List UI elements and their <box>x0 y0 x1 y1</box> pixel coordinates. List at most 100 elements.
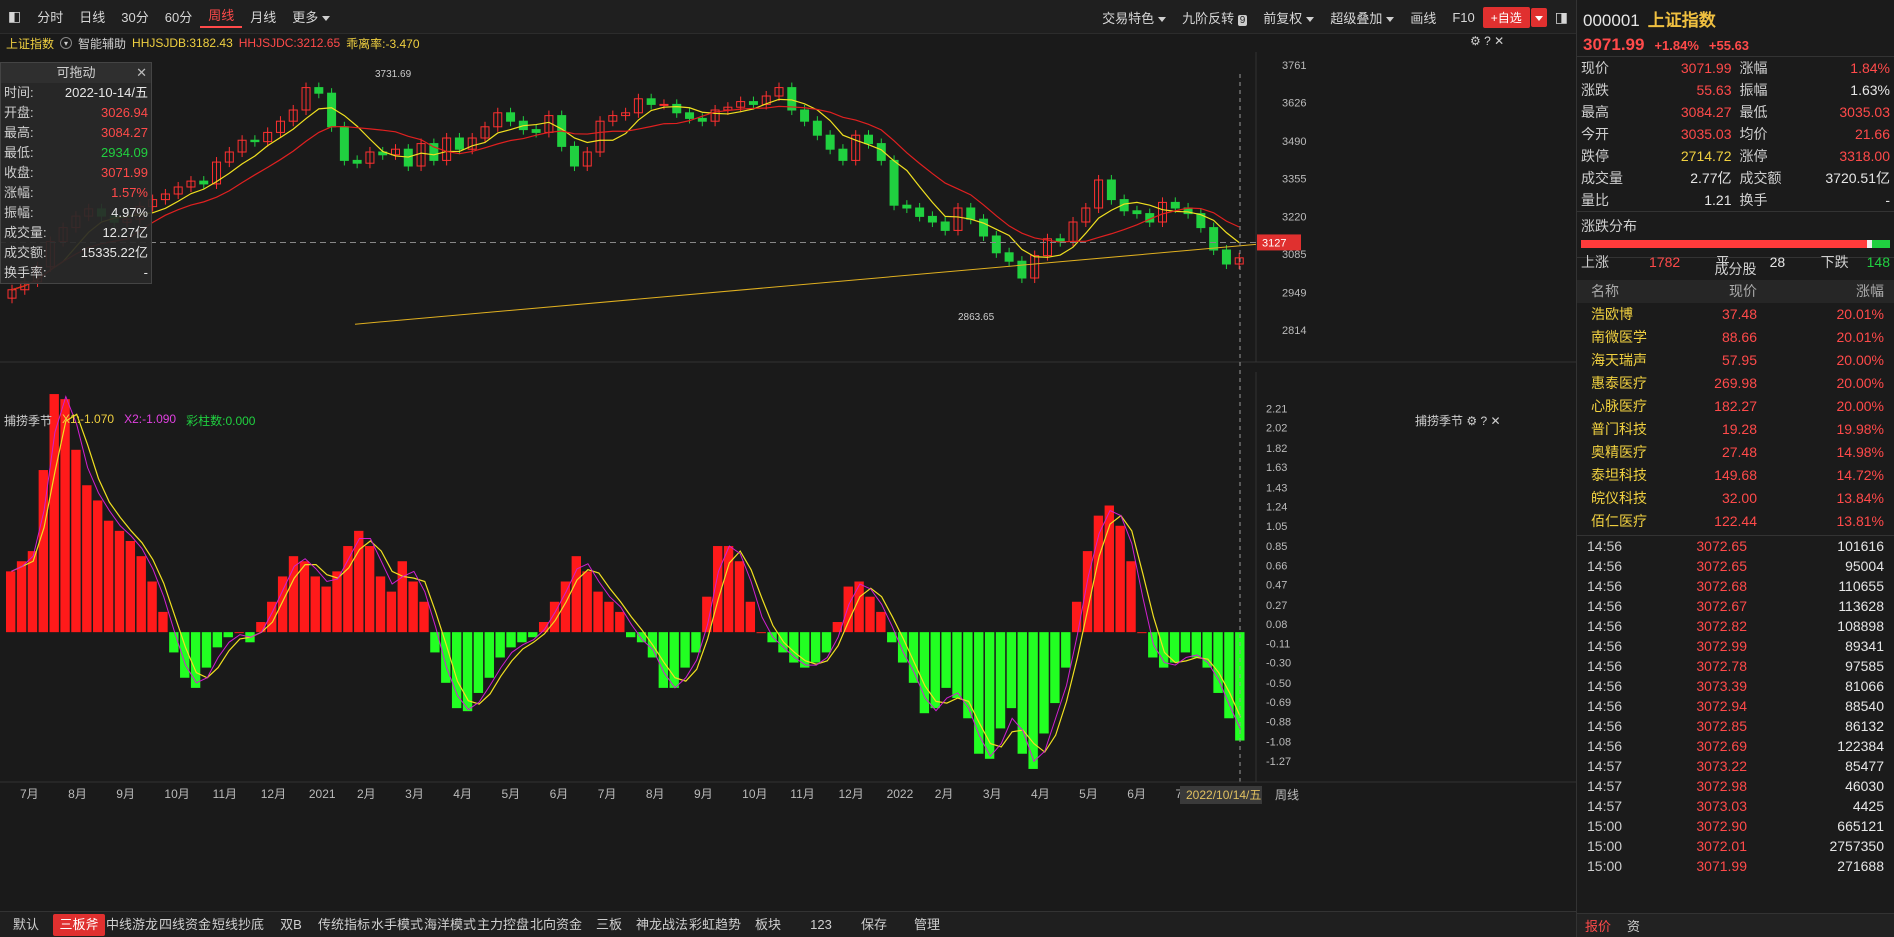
indicator-bar <box>473 632 484 693</box>
template-tab[interactable]: 海洋模式 <box>424 914 476 936</box>
quote-value: 55.63 <box>1696 82 1732 98</box>
constituent-row[interactable]: 奥精医疗 27.48 14.98% <box>1577 441 1894 464</box>
template-tab[interactable]: 主力控盘 <box>477 914 529 936</box>
chart-toolbar: ◧ 分时 日线 30分 60分 周线 月线 更多 交易特色 九阶反转 9 前复权… <box>0 0 1576 34</box>
draw-line-button[interactable]: 画线 <box>1402 8 1444 27</box>
template-tab[interactable]: 中线游龙 <box>106 914 158 936</box>
quote-cell: 涨幅 1.84% <box>1736 57 1894 79</box>
close-icon[interactable]: ✕ <box>1491 414 1501 428</box>
nine-reversal-button[interactable]: 九阶反转 9 <box>1174 8 1255 27</box>
constituent-row[interactable]: 普门科技 19.28 19.98% <box>1577 418 1894 441</box>
tab-fenshi[interactable]: 分时 <box>29 7 71 26</box>
info-value: 4.97% <box>111 205 148 220</box>
app-window: ◧ 分时 日线 30分 60分 周线 月线 更多 交易特色 九阶反转 9 前复权… <box>0 0 1894 937</box>
template-tab[interactable]: 默认 <box>0 914 52 936</box>
tab-30min[interactable]: 30分 <box>113 7 156 26</box>
index-name-label[interactable]: 上证指数 <box>6 35 54 52</box>
template-tab[interactable]: 板块 <box>742 914 794 936</box>
constituent-row[interactable]: 泰坦科技 149.68 14.72% <box>1577 464 1894 487</box>
template-tab[interactable]: 短线抄底 <box>212 914 264 936</box>
close-icon[interactable]: ✕ <box>136 63 147 83</box>
template-tab[interactable]: 保存 <box>848 914 900 936</box>
y-tick-label: 3220 <box>1282 211 1306 223</box>
adjust-dropdown[interactable]: 前复权 <box>1255 8 1322 27</box>
help-icon[interactable]: ? <box>1480 414 1487 428</box>
constituent-row[interactable]: 心脉医疗 182.27 20.00% <box>1577 395 1894 418</box>
template-tab[interactable]: 传统指标 <box>318 914 370 936</box>
tick-row: 14:56 3072.65 101616 <box>1577 536 1894 556</box>
close-icon[interactable]: ✕ <box>1494 34 1504 48</box>
constituent-change: 14.72% <box>1836 467 1884 483</box>
smart-assist-label[interactable]: 智能辅助 <box>78 35 126 52</box>
y-tick-label: 2949 <box>1282 287 1306 299</box>
overlay-dropdown[interactable]: 超级叠加 <box>1322 8 1402 27</box>
template-tab[interactable]: 管理 <box>901 914 953 936</box>
constituent-row[interactable]: 佰仁医疗 122.44 13.81% <box>1577 510 1894 533</box>
quote-cell: 换手 - <box>1736 189 1894 211</box>
template-tab[interactable]: 三板斧 <box>53 913 105 936</box>
candle-body <box>863 134 873 145</box>
template-tab[interactable]: 四线资金 <box>159 914 211 936</box>
add-watchlist-dropdown-icon[interactable] <box>1530 7 1547 27</box>
col-price[interactable]: 现价 <box>1687 280 1757 303</box>
indicator-bar <box>397 561 407 633</box>
info-panel-header[interactable]: 可拖动 ✕ <box>1 63 151 83</box>
constituents-section: 成分股 名称 现价 涨幅 浩欧博 37.48 20.01% 南微医学 88.66 20.0… <box>1577 257 1894 533</box>
quote-cell: 成交额 3720.51亿 <box>1736 167 1894 189</box>
tab-60min[interactable]: 60分 <box>157 7 200 26</box>
constituent-row[interactable]: 惠泰医疗 269.98 20.00% <box>1577 372 1894 395</box>
template-tab[interactable]: 双B <box>265 914 317 936</box>
constituent-row[interactable]: 南微医学 88.66 20.01% <box>1577 326 1894 349</box>
indicator-bar <box>734 561 745 633</box>
template-tab[interactable]: 三板 <box>583 914 635 936</box>
constituent-price: 88.66 <box>1721 329 1757 345</box>
constituent-row[interactable]: 浩欧博 37.48 20.01% <box>1577 303 1894 326</box>
indicator-legend-bar: 上证指数 ▾ 智能辅助 HHJSJDB:3182.43 HHJSJDC:3212… <box>0 34 1576 52</box>
tab-funds[interactable]: 资 <box>1619 916 1648 935</box>
col-name[interactable]: 名称 <box>1577 280 1687 303</box>
template-tab[interactable]: 123 <box>795 914 847 936</box>
tab-weekly[interactable]: 周线 <box>200 5 243 28</box>
info-label: 振幅: <box>4 205 34 220</box>
constituent-name: 惠泰医疗 <box>1591 375 1647 391</box>
constituent-row[interactable]: 皖仪科技 32.00 13.84% <box>1577 487 1894 510</box>
sidebar-toggle-icon[interactable]: ◧ <box>0 8 29 25</box>
more-dropdown[interactable]: 更多 <box>284 7 338 26</box>
chart-area[interactable]: 3761 3626 3490 3355 3220 3085 2949 2814 3127 3731… <box>0 34 1576 904</box>
hhjsjdc-value: HHJSJDC:3212.65 <box>238 36 341 50</box>
template-tab[interactable]: 神龙战法 <box>636 914 688 936</box>
template-tab[interactable]: 彩虹趋势 <box>689 914 741 936</box>
constituent-price: 37.48 <box>1721 306 1757 322</box>
f10-button[interactable]: F10 <box>1444 10 1482 25</box>
down-label: 下跌 <box>1820 254 1849 270</box>
tab-quote[interactable]: 报价 <box>1577 916 1619 935</box>
indicator-bar <box>974 632 984 754</box>
constituent-name: 南微医学 <box>1591 329 1647 345</box>
draggable-info-panel[interactable]: 可拖动 ✕ 时间: 2022-10-14/五 开盘: 3026.94 最高: 3084.2… <box>0 62 152 284</box>
col-change[interactable]: 涨幅 <box>1757 280 1894 303</box>
indicator-bar <box>180 632 190 678</box>
settings-icon[interactable]: ⚙ <box>1470 34 1481 48</box>
tick-price: 3072.94 <box>1696 698 1747 714</box>
template-tab[interactable]: 水手模式 <box>371 914 423 936</box>
quote-cell: 涨停 3318.00 <box>1736 145 1894 167</box>
tick-price: 3072.65 <box>1696 558 1747 574</box>
chevron-down-icon[interactable]: ▾ <box>60 37 73 49</box>
indicator-bar <box>147 581 157 633</box>
y-tick-label: 0.47 <box>1266 580 1287 592</box>
settings-icon[interactable]: ⚙ <box>1466 414 1477 428</box>
tab-monthly[interactable]: 月线 <box>242 7 284 26</box>
constituent-row[interactable]: 海天瑞声 57.95 20.00% <box>1577 349 1894 372</box>
y-tick-label: 1.05 <box>1266 521 1287 533</box>
distribution-bar-down <box>1872 240 1890 248</box>
y-tick-label: 3761 <box>1282 60 1306 72</box>
template-tab[interactable]: 北向资金 <box>530 914 582 936</box>
add-watchlist-button[interactable]: +自选 <box>1482 6 1530 28</box>
trade-feature-dropdown[interactable]: 交易特色 <box>1094 8 1174 27</box>
indicator-name[interactable]: 捕捞季节 <box>4 412 52 429</box>
tab-daily[interactable]: 日线 <box>71 7 113 26</box>
lower-indicator-legend: 捕捞季节 X1:-1.070 X2:-1.090 彩柱数:0.000 <box>4 412 255 429</box>
help-icon[interactable]: ? <box>1484 34 1491 48</box>
tick-volume: 46030 <box>1845 778 1884 794</box>
panel-toggle-icon[interactable]: ◨ <box>1547 9 1576 26</box>
